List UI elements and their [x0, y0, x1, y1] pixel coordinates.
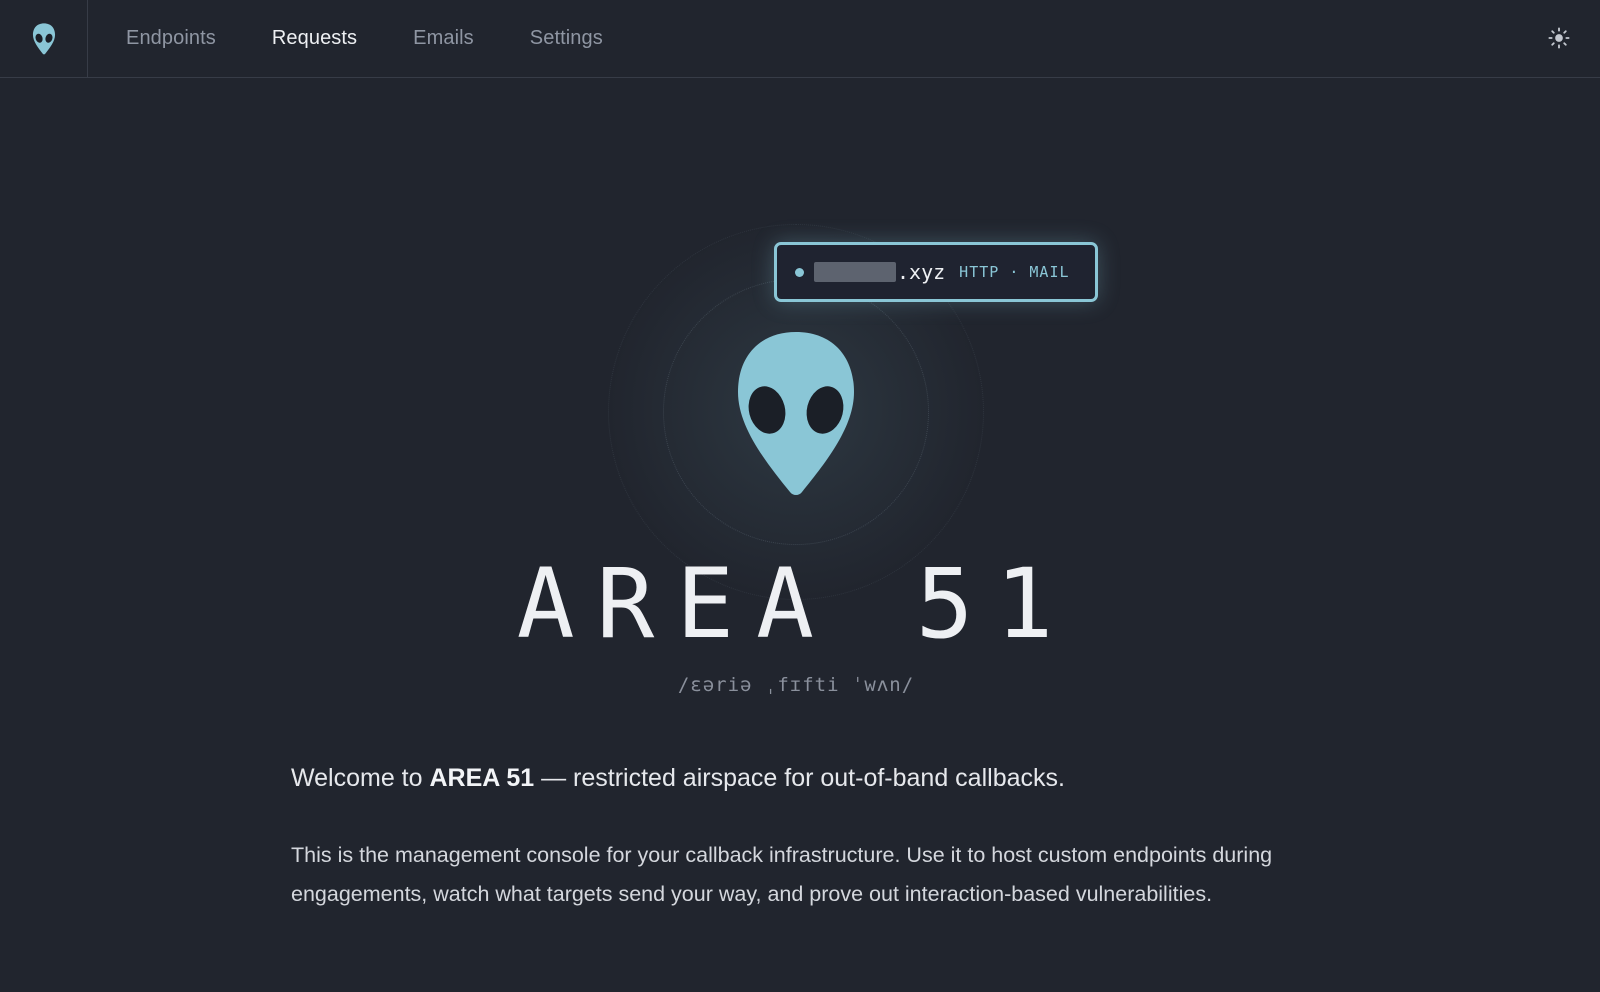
welcome-text: Welcome to AREA 51 — restricted airspace… — [291, 764, 1311, 793]
domain-tld: .xyz — [897, 260, 946, 284]
hero-title: AREA 51 — [516, 548, 1076, 660]
main-nav: Endpoints Requests Emails Settings — [126, 27, 659, 50]
domain-protocols: HTTP · MAIL — [959, 263, 1070, 281]
logo-home-link[interactable] — [0, 0, 88, 77]
alien-head-icon — [738, 332, 854, 495]
welcome-suffix: — restricted airspace for out-of-band ca… — [534, 764, 1065, 792]
redacted-domain — [814, 262, 896, 282]
hero-phonetic: /ɛəriə ˌfɪfti ˈwʌn/ — [677, 674, 915, 696]
welcome-prefix: Welcome to — [291, 764, 430, 792]
nav-item-emails[interactable]: Emails — [413, 27, 474, 50]
callback-domain-badge: .xyz HTTP · MAIL — [774, 242, 1098, 302]
theme-toggle-button[interactable] — [1546, 25, 1572, 51]
top-nav-bar: Endpoints Requests Emails Settings — [0, 0, 1600, 78]
hero-section: .xyz HTTP · MAIL AREA 51 /ɛəriə ˌfɪfti ˈ… — [0, 78, 1600, 992]
alien-head-icon — [32, 22, 55, 54]
intro-description: This is the management console for your … — [291, 843, 1273, 906]
nav-item-settings[interactable]: Settings — [530, 27, 603, 50]
nav-item-endpoints[interactable]: Endpoints — [126, 27, 216, 50]
nav-item-requests[interactable]: Requests — [272, 27, 357, 50]
welcome-brand: AREA 51 — [429, 764, 535, 792]
status-dot-icon — [795, 267, 804, 277]
sun-icon — [1548, 27, 1570, 49]
